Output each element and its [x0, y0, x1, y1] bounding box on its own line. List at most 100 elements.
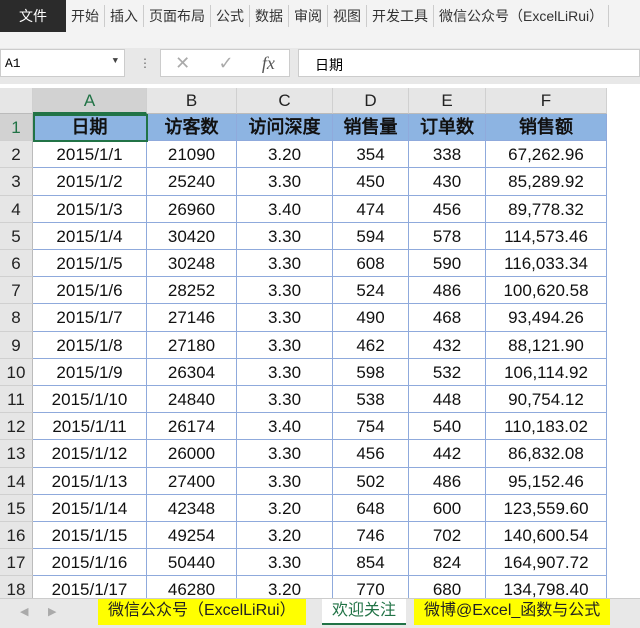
scroll-left-icon[interactable]: ◀: [20, 605, 28, 618]
data-cell[interactable]: 590: [409, 250, 486, 278]
name-box[interactable]: A1 ▼: [0, 49, 125, 77]
formula-input[interactable]: 日期: [298, 49, 640, 77]
more-icon[interactable]: ⋮: [139, 56, 151, 70]
header-cell[interactable]: 销售量: [333, 114, 409, 142]
data-cell[interactable]: 2015/1/7: [33, 304, 147, 332]
data-cell[interactable]: 67,262.96: [486, 141, 607, 169]
data-cell[interactable]: 3.30: [237, 358, 333, 386]
row-header[interactable]: 8: [0, 304, 33, 332]
data-cell[interactable]: 28252: [147, 277, 237, 305]
data-cell[interactable]: 2015/1/4: [33, 222, 147, 250]
chevron-down-icon[interactable]: ▼: [113, 56, 118, 66]
data-cell[interactable]: 2015/1/3: [33, 195, 147, 223]
data-cell[interactable]: 538: [333, 386, 409, 414]
data-cell[interactable]: 2015/1/1: [33, 141, 147, 169]
data-cell[interactable]: 26304: [147, 358, 237, 386]
data-cell[interactable]: 95,152.46: [486, 467, 607, 495]
row-header[interactable]: 13: [0, 440, 33, 468]
data-cell[interactable]: 88,121.90: [486, 331, 607, 359]
data-cell[interactable]: 3.40: [237, 195, 333, 223]
data-cell[interactable]: 30248: [147, 250, 237, 278]
cancel-icon[interactable]: ✕: [175, 53, 190, 74]
data-cell[interactable]: 110,183.02: [486, 413, 607, 441]
data-cell[interactable]: 468: [409, 304, 486, 332]
data-cell[interactable]: 450: [333, 168, 409, 196]
data-cell[interactable]: 824: [409, 549, 486, 577]
column-header-A[interactable]: A: [33, 88, 147, 114]
column-header-B[interactable]: B: [147, 88, 237, 114]
row-header[interactable]: 17: [0, 549, 33, 577]
row-header[interactable]: 12: [0, 413, 33, 441]
data-cell[interactable]: 854: [333, 549, 409, 577]
file-tab[interactable]: 文件: [0, 0, 66, 32]
data-cell[interactable]: 24840: [147, 386, 237, 414]
data-cell[interactable]: 456: [333, 440, 409, 468]
data-cell[interactable]: 430: [409, 168, 486, 196]
ribbon-tab[interactable]: 开始: [66, 5, 105, 27]
data-cell[interactable]: 27400: [147, 467, 237, 495]
data-cell[interactable]: 680: [409, 576, 486, 598]
ribbon-tab[interactable]: 页面布局: [144, 5, 211, 27]
data-cell[interactable]: 134,798.40: [486, 576, 607, 598]
data-cell[interactable]: 2015/1/16: [33, 549, 147, 577]
header-cell[interactable]: 订单数: [409, 114, 486, 142]
data-cell[interactable]: 123,559.60: [486, 494, 607, 522]
data-cell[interactable]: 27146: [147, 304, 237, 332]
ribbon-tab[interactable]: 视图: [328, 5, 367, 27]
row-header[interactable]: 14: [0, 467, 33, 495]
data-cell[interactable]: 432: [409, 331, 486, 359]
data-cell[interactable]: 3.30: [237, 386, 333, 414]
data-cell[interactable]: 3.30: [237, 440, 333, 468]
data-cell[interactable]: 42348: [147, 494, 237, 522]
data-cell[interactable]: 746: [333, 522, 409, 550]
ribbon-tab[interactable]: 微信公众号（ExcelLiRui）: [434, 5, 610, 27]
data-cell[interactable]: 598: [333, 358, 409, 386]
data-cell[interactable]: 770: [333, 576, 409, 598]
data-cell[interactable]: 26000: [147, 440, 237, 468]
data-cell[interactable]: 3.20: [237, 576, 333, 598]
header-cell[interactable]: 访问深度: [237, 114, 333, 142]
data-cell[interactable]: 46280: [147, 576, 237, 598]
column-header-E[interactable]: E: [409, 88, 486, 114]
data-cell[interactable]: 3.30: [237, 168, 333, 196]
data-cell[interactable]: 3.30: [237, 277, 333, 305]
data-cell[interactable]: 116,033.34: [486, 250, 607, 278]
row-header[interactable]: 6: [0, 250, 33, 278]
data-cell[interactable]: 456: [409, 195, 486, 223]
sheet-tab[interactable]: 微博@Excel_函数与公式: [414, 599, 611, 625]
row-header[interactable]: 2: [0, 141, 33, 169]
data-cell[interactable]: 26960: [147, 195, 237, 223]
data-cell[interactable]: 2015/1/8: [33, 331, 147, 359]
data-cell[interactable]: 532: [409, 358, 486, 386]
enter-icon[interactable]: ✓: [218, 53, 233, 74]
data-cell[interactable]: 2015/1/2: [33, 168, 147, 196]
data-cell[interactable]: 3.30: [237, 331, 333, 359]
data-cell[interactable]: 93,494.26: [486, 304, 607, 332]
row-header[interactable]: 16: [0, 522, 33, 550]
column-header-F[interactable]: F: [486, 88, 607, 114]
data-cell[interactable]: 85,289.92: [486, 168, 607, 196]
data-cell[interactable]: 3.30: [237, 467, 333, 495]
data-cell[interactable]: 2015/1/13: [33, 467, 147, 495]
data-cell[interactable]: 26174: [147, 413, 237, 441]
row-header[interactable]: 4: [0, 195, 33, 223]
data-cell[interactable]: 2015/1/15: [33, 522, 147, 550]
ribbon-tab[interactable]: 数据: [250, 5, 289, 27]
spreadsheet-grid[interactable]: A B C D E F 1 日期 访客数 访问深度 销售量 订单数 销售额 2 2015/1/1 21090 3…: [0, 88, 640, 598]
row-header[interactable]: 15: [0, 494, 33, 522]
row-header[interactable]: 3: [0, 168, 33, 196]
ribbon-tab[interactable]: 公式: [211, 5, 250, 27]
data-cell[interactable]: 462: [333, 331, 409, 359]
data-cell[interactable]: 474: [333, 195, 409, 223]
row-header[interactable]: 7: [0, 277, 33, 305]
data-cell[interactable]: 540: [409, 413, 486, 441]
data-cell[interactable]: 490: [333, 304, 409, 332]
scroll-right-icon[interactable]: ▶: [48, 605, 56, 618]
data-cell[interactable]: 90,754.12: [486, 386, 607, 414]
header-cell[interactable]: 销售额: [486, 114, 607, 142]
data-cell[interactable]: 3.20: [237, 494, 333, 522]
ribbon-tab[interactable]: 插入: [105, 5, 144, 27]
ribbon-tab[interactable]: 开发工具: [367, 5, 434, 27]
row-header[interactable]: 9: [0, 331, 33, 359]
data-cell[interactable]: 3.20: [237, 141, 333, 169]
